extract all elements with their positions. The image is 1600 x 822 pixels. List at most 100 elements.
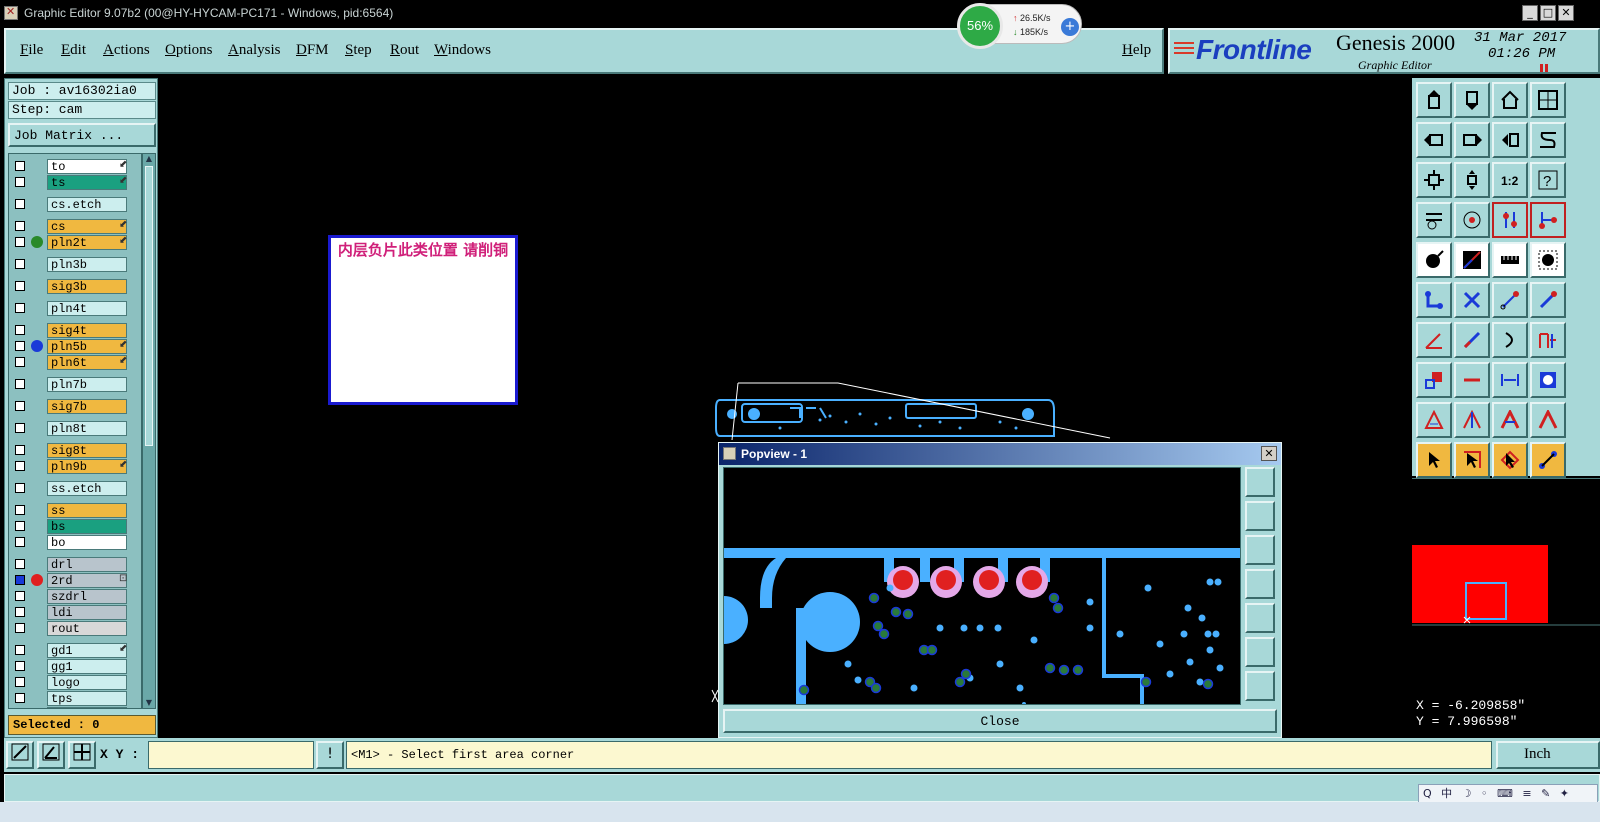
layer-name[interactable]: sig3b	[47, 279, 127, 294]
close-window-button[interactable]: ✕	[1558, 5, 1574, 21]
layer-checkbox[interactable]	[15, 623, 25, 633]
layer-row-2rd[interactable]: 2rd ⊡	[11, 572, 139, 588]
palette-tool-icon[interactable]	[1416, 202, 1452, 238]
layer-name[interactable]: pln3b	[47, 257, 127, 272]
triangle-outline-tool-icon[interactable]	[1416, 402, 1452, 438]
layer-row-cs.etch[interactable]: cs.etch	[11, 196, 139, 212]
pan-up-tool-icon[interactable]	[1416, 82, 1452, 118]
parallel-lines-tool-icon[interactable]	[1530, 322, 1566, 358]
layer-name[interactable]: gg1	[47, 659, 127, 674]
menu-windows[interactable]: Windows	[434, 42, 491, 59]
scale-1-2-tool-icon[interactable]: 1:2	[1492, 162, 1528, 198]
layer-checkbox[interactable]	[15, 461, 25, 471]
scroll-thumb[interactable]	[145, 166, 153, 446]
layer-name[interactable]: ldi	[47, 605, 127, 620]
select-box-tool-icon[interactable]	[1454, 442, 1490, 478]
layer-checkbox[interactable]	[15, 483, 25, 493]
menu-options[interactable]: Options	[165, 42, 213, 59]
layer-name[interactable]: pln5b	[47, 339, 127, 354]
ime-toolbar[interactable]: Q 中 ☽ ◦ ⌨ ≡ ✎ ✦	[1418, 784, 1598, 804]
target-tool-icon[interactable]	[1454, 202, 1490, 238]
layer-checkbox[interactable]	[15, 303, 25, 313]
layer-name[interactable]: sig7b	[47, 399, 127, 414]
select-polygon-tool-icon[interactable]	[1492, 442, 1528, 478]
layer-row-drl[interactable]: drl	[11, 556, 139, 572]
resize-pad-tool-icon[interactable]	[1416, 362, 1452, 398]
layer-affected-indicator-icon[interactable]	[31, 574, 43, 586]
layer-name[interactable]: logo	[47, 675, 127, 690]
layer-checkbox[interactable]	[15, 505, 25, 515]
layer-list-scrollbar[interactable]: ▲ ▼	[142, 153, 156, 709]
info-icon[interactable]: !	[316, 741, 344, 769]
xy-coordinate-input[interactable]	[148, 741, 314, 769]
layer-row-ss[interactable]: ss	[11, 502, 139, 518]
units-selector[interactable]: Inch	[1496, 741, 1600, 769]
layer-name[interactable]: pln8t	[47, 421, 127, 436]
layer-affected-indicator-icon[interactable]	[31, 340, 43, 352]
overview-minimap[interactable]	[1412, 478, 1600, 692]
home-view-tool-icon[interactable]	[1492, 82, 1528, 118]
layer-checkbox[interactable]	[15, 177, 25, 187]
layer-name[interactable]: bs	[47, 519, 127, 534]
pan-right-tool-icon[interactable]	[1454, 122, 1490, 158]
popview-close-icon[interactable]: ✕	[1261, 446, 1277, 461]
zoom-center-tool-icon[interactable]	[1454, 162, 1490, 198]
layer-checkbox[interactable]	[15, 661, 25, 671]
layer-name[interactable]: pln4t	[47, 301, 127, 316]
select-pad-tool-icon[interactable]	[1530, 242, 1566, 278]
layer-row-sig3b[interactable]: sig3b	[11, 278, 139, 294]
snap-mode-icon[interactable]	[6, 741, 34, 769]
layer-checkbox[interactable]	[15, 645, 25, 655]
layer-row-ldi[interactable]: ldi	[11, 604, 139, 620]
layer-name[interactable]: tps	[47, 691, 127, 706]
layer-row-pln4t[interactable]: pln4t	[11, 300, 139, 316]
layer-row-bs[interactable]: bs	[11, 518, 139, 534]
layer-name[interactable]: v-cut	[47, 707, 127, 708]
layer-name[interactable]: pln9b	[47, 459, 127, 474]
layer-row-logo[interactable]: logo	[11, 674, 139, 690]
layer-name[interactable]: pln2t	[47, 235, 127, 250]
menu-dfm[interactable]: DFM	[296, 42, 329, 59]
stretch-point-tool-icon[interactable]	[1530, 282, 1566, 318]
layer-checkbox[interactable]	[15, 693, 25, 703]
layer-row-ts[interactable]: ts ⬋	[11, 174, 139, 190]
layer-name[interactable]: ts	[47, 175, 127, 190]
add-line-tool-icon[interactable]	[1454, 242, 1490, 278]
layer-row-pln7b[interactable]: pln7b	[11, 376, 139, 392]
layer-name[interactable]: 2rd	[47, 573, 127, 588]
zoom-window-tool-icon[interactable]	[1530, 82, 1566, 118]
maximize-button[interactable]: □	[1540, 5, 1556, 21]
layer-name[interactable]: ss	[47, 503, 127, 518]
menu-analysis[interactable]: Analysis	[228, 42, 281, 59]
menu-step[interactable]: Step	[345, 42, 372, 59]
layer-name[interactable]: ss.etch	[47, 481, 127, 496]
delete-node-tool-icon[interactable]	[1454, 282, 1490, 318]
diagonal-line-tool-icon[interactable]	[1454, 322, 1490, 358]
menu-rout[interactable]: Rout	[390, 42, 419, 59]
layer-name[interactable]: to	[47, 159, 127, 174]
select-arrow-tool-icon[interactable]	[1416, 442, 1452, 478]
job-matrix-button[interactable]: Job Matrix ...	[8, 123, 156, 147]
net-connect-tool-icon[interactable]	[1492, 202, 1528, 238]
layer-name[interactable]: pln6t	[47, 355, 127, 370]
layer-name[interactable]: pln7b	[47, 377, 127, 392]
layer-row-pln9b[interactable]: pln9b ⬋	[11, 458, 139, 474]
layer-checkbox[interactable]	[15, 281, 25, 291]
zoom-extents-tool-icon[interactable]	[1416, 162, 1452, 198]
layer-row-cs[interactable]: cs ⬋	[11, 218, 139, 234]
layer-checkbox[interactable]	[15, 259, 25, 269]
layer-row-ss.etch[interactable]: ss.etch	[11, 480, 139, 496]
layer-name[interactable]: drl	[47, 557, 127, 572]
layer-checkbox[interactable]	[15, 199, 25, 209]
angle-mode-icon[interactable]	[37, 741, 65, 769]
layer-name[interactable]: cs	[47, 219, 127, 234]
layer-name[interactable]: cs.etch	[47, 197, 127, 212]
layer-row-szdrl[interactable]: szdrl	[11, 588, 139, 604]
layer-checkbox[interactable]	[15, 379, 25, 389]
scroll-up-icon[interactable]: ▲	[143, 154, 155, 164]
popview-canvas[interactable]	[723, 467, 1241, 705]
popview-zoom-out-icon[interactable]	[1245, 671, 1275, 701]
pause-icon[interactable]	[1540, 64, 1548, 72]
layer-name[interactable]: sig8t	[47, 443, 127, 458]
measure-distance-tool-icon[interactable]	[1492, 362, 1528, 398]
